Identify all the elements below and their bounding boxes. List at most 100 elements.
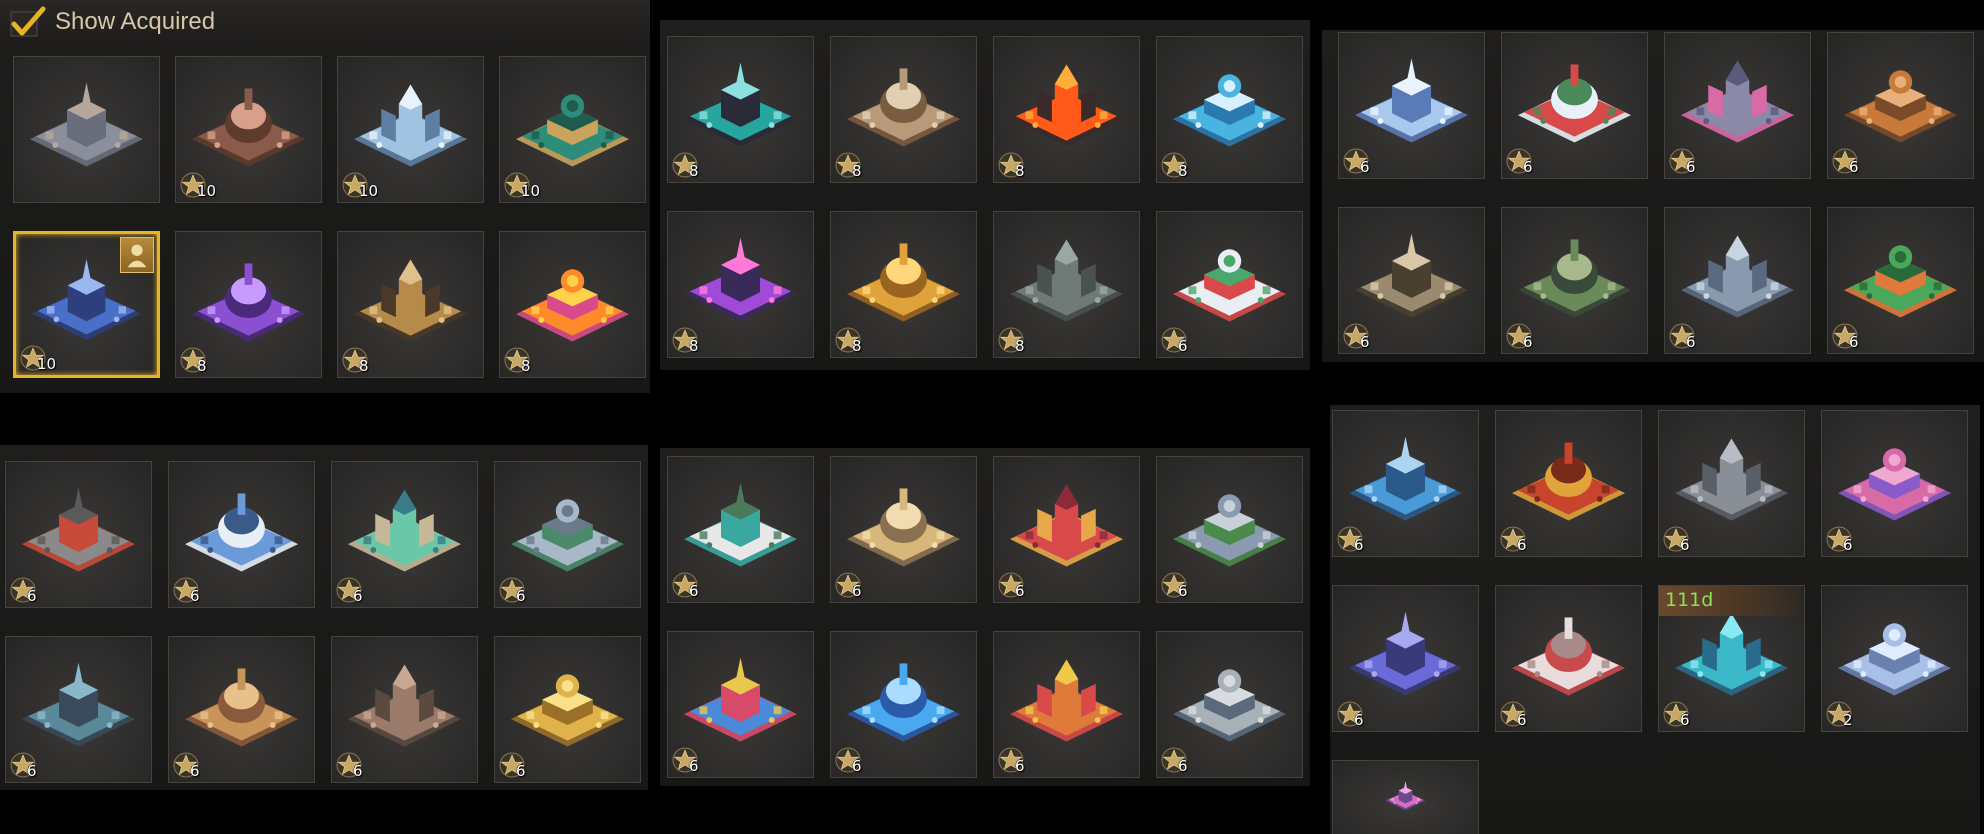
building-tile-golden-dragon[interactable]: 8 (830, 211, 977, 358)
building-tile-rabbit-ice-statue[interactable]: 6 (830, 631, 977, 778)
star-level-value: 6 (1849, 158, 1859, 176)
building-tile-research-lab[interactable]: 6 (168, 461, 315, 608)
building-tile-tank-fortress[interactable]: 6 (1658, 410, 1805, 557)
star-level-value: 6 (27, 762, 37, 780)
star-level-value: 6 (1360, 158, 1370, 176)
building-tile-pirate-ship[interactable]: 8 (667, 36, 814, 183)
building-image-cat-statue (845, 55, 962, 156)
building-tile-cat-statue[interactable]: 8 (830, 36, 977, 183)
collection-panel-2: 8 8 8 8 8 8 8 6 (660, 20, 1310, 370)
building-tile-red-pagoda[interactable]: 6 (1495, 410, 1642, 557)
star-level-value: 6 (1686, 333, 1696, 351)
star-level-value: 10 (359, 182, 379, 200)
star-level-value: 8 (197, 357, 207, 375)
building-image-violet-castle (1347, 604, 1464, 705)
star-level-value: 10 (37, 355, 57, 373)
building-tile-modern-villa[interactable]: 6 (667, 456, 814, 603)
building-image-golden-moon-palace (509, 655, 626, 756)
building-tile-stone-fort[interactable]: 8 (993, 211, 1140, 358)
building-tile-haunted-mansion[interactable]: 6 (5, 636, 152, 783)
star-level-value: 8 (689, 337, 699, 355)
building-tile-observatory-dome[interactable]: 6 (1332, 410, 1479, 557)
star-level-value: 6 (190, 762, 200, 780)
star-level-value: 6 (353, 587, 363, 605)
collection-panel-3: 6 6 6 6 6 6 6 6 (1322, 30, 1984, 362)
building-tile-market-district[interactable]: 6 (168, 636, 315, 783)
building-image-doll-face-building (190, 75, 307, 176)
building-image-jade-palace (514, 75, 631, 176)
building-tile-skull-clockwork[interactable]: 8 (337, 231, 484, 378)
building-tile-doll-face-building[interactable]: 10 (175, 56, 322, 203)
building-tile-fairground[interactable]: 6 (667, 631, 814, 778)
building-tile-imperial-compound[interactable]: 6 (1156, 631, 1303, 778)
building-tile-skull-machine[interactable]: 6 (1338, 207, 1485, 354)
building-tile-cloud-city[interactable]: 10 (337, 56, 484, 203)
star-level-value: 6 (1354, 711, 1364, 729)
building-tile-jade-palace[interactable]: 10 (499, 56, 646, 203)
building-tile-pumpkin-lantern[interactable]: 8 (499, 231, 646, 378)
building-tile-tropical-garden[interactable]: 6 (1827, 207, 1974, 354)
building-tile-frost-castle[interactable]: 6 (1338, 32, 1485, 179)
star-level-value: 10 (197, 182, 217, 200)
star-level-value: 6 (1523, 333, 1533, 351)
building-tile-crystal-citadel[interactable]: 111d 6 (1658, 585, 1805, 732)
panel-grid-6: 6 6 6 6 6 6 111d 6 2 (1332, 410, 1968, 834)
building-tile-purple-mech[interactable]: 8 (175, 231, 322, 378)
building-tile-military-base[interactable]: 6 (5, 461, 152, 608)
building-image-ice-palace (1836, 604, 1953, 705)
building-tile-snowman-festival[interactable]: 6 (1156, 211, 1303, 358)
building-image-modern-villa (682, 475, 799, 576)
building-image-bunny-circus (1008, 650, 1125, 751)
building-image-golden-dragon (845, 230, 962, 331)
building-tile-industrial-works[interactable]: 6 (331, 636, 478, 783)
building-tile-domed-temple[interactable]: 6 (830, 456, 977, 603)
show-acquired-label[interactable]: Show Acquired (55, 8, 215, 36)
building-image-festival-stage (1008, 475, 1125, 576)
building-image-research-lab (183, 480, 300, 581)
building-tile-bunny-circus[interactable]: 6 (993, 631, 1140, 778)
star-level-value: 6 (1686, 158, 1696, 176)
building-tile-winter-palace[interactable]: 6 (1495, 585, 1642, 732)
building-tile-gray-fortress[interactable] (13, 56, 160, 203)
building-image-military-base (20, 480, 137, 581)
building-tile-grand-hall[interactable]: 6 (1664, 207, 1811, 354)
panel-grid-3: 6 6 6 6 6 6 6 6 (1338, 32, 1974, 354)
building-tile-carnival-block[interactable]: 6 (1664, 32, 1811, 179)
star-level-value: 6 (516, 762, 526, 780)
star-level-value: 6 (1517, 536, 1527, 554)
equipped-avatar-icon (120, 237, 154, 273)
building-tile-golden-moon-palace[interactable]: 6 (494, 636, 641, 783)
star-level-value: 6 (1178, 337, 1188, 355)
building-image-winter-palace (1510, 604, 1627, 705)
building-image-stone-fort (1008, 230, 1125, 331)
building-tile-neon-arcade[interactable]: 8 (667, 211, 814, 358)
panel-grid-4: 6 6 6 6 6 6 6 6 (5, 461, 641, 783)
building-image-skull-machine (1353, 226, 1470, 327)
star-level-value: 6 (1680, 536, 1690, 554)
building-tile-blue-castle[interactable]: 10 (13, 231, 160, 378)
building-image-dragon-temple (1516, 226, 1633, 327)
building-tile-sports-complex[interactable]: 6 (331, 461, 478, 608)
building-tile-love-carnival[interactable]: 6 (1821, 410, 1968, 557)
building-tile-dragon-temple[interactable]: 6 (1501, 207, 1648, 354)
building-tile-blossom-tower[interactable] (1332, 760, 1479, 834)
star-level-value: 6 (1360, 333, 1370, 351)
building-image-skull-clockwork (352, 250, 469, 351)
star-level-value: 6 (689, 757, 699, 775)
star-level-value: 8 (689, 162, 699, 180)
building-image-cloud-city (352, 75, 469, 176)
building-tile-turkey-house[interactable]: 6 (1827, 32, 1974, 179)
star-level-value: 8 (852, 337, 862, 355)
building-image-gray-fortress (28, 75, 145, 176)
building-tile-snow-globe[interactable]: 6 (1501, 32, 1648, 179)
show-acquired-checkbox[interactable] (8, 6, 46, 40)
collection-panel-5: 6 6 6 6 6 6 6 6 (660, 448, 1310, 786)
building-tile-lava-volcano[interactable]: 8 (993, 36, 1140, 183)
building-tile-festival-stage[interactable]: 6 (993, 456, 1140, 603)
building-tile-opera-house[interactable]: 6 (1156, 456, 1303, 603)
building-tile-stadium[interactable]: 6 (494, 461, 641, 608)
building-tile-ice-spire-plaza[interactable]: 8 (1156, 36, 1303, 183)
building-image-ice-spire-plaza (1171, 55, 1288, 156)
building-tile-violet-castle[interactable]: 6 (1332, 585, 1479, 732)
building-tile-ice-palace[interactable]: 2 (1821, 585, 1968, 732)
